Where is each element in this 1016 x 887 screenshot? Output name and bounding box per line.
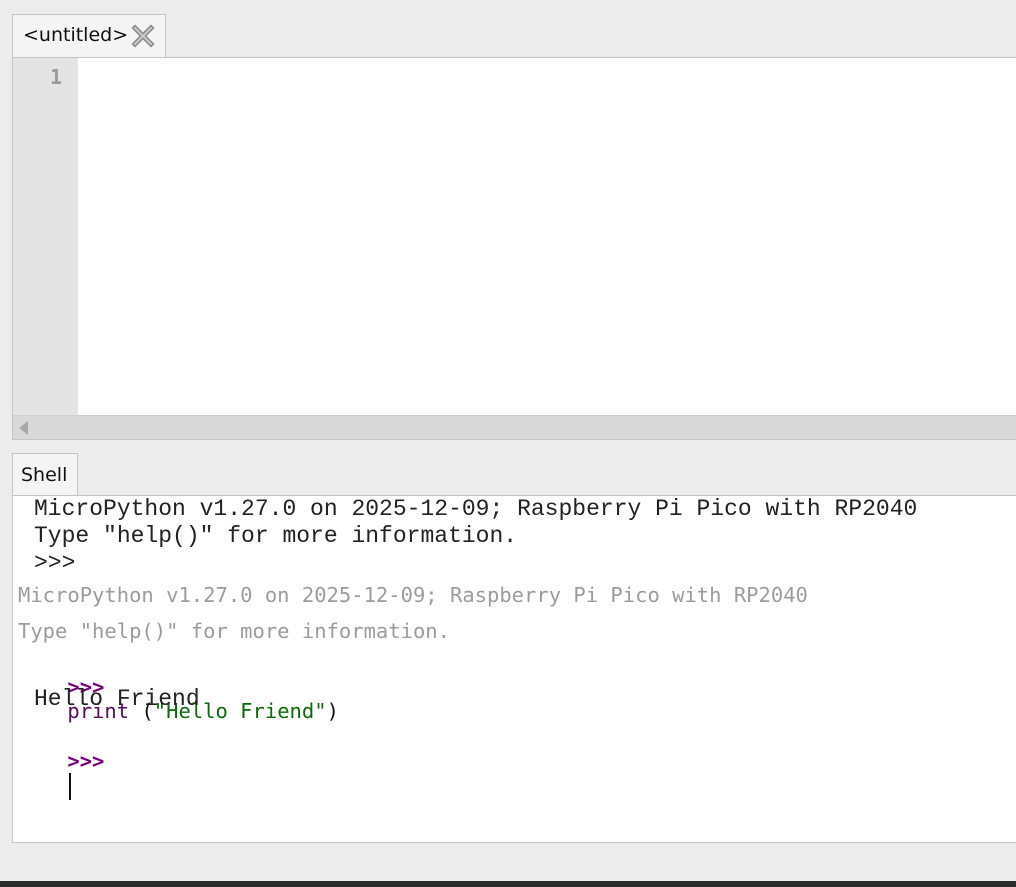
shell-info-line-1: MicroPython v1.27.0 on 2025-12-09; Raspb… xyxy=(18,583,808,607)
code-text-area[interactable] xyxy=(78,58,1016,417)
horizontal-scrollbar[interactable] xyxy=(13,415,1016,439)
shell-info-line-2: Type "help()" for more information. xyxy=(18,619,450,643)
scroll-left-arrow-icon[interactable] xyxy=(19,421,28,435)
shell-banner-line-1: MicroPython v1.27.0 on 2025-12-09; Raspb… xyxy=(34,496,918,522)
shell-input-line[interactable]: >>> xyxy=(18,725,104,824)
close-icon[interactable] xyxy=(131,24,155,48)
shell-current-prompt: >>> xyxy=(67,749,105,773)
shell-banner-line-2: Type "help()" for more information. xyxy=(34,523,518,549)
window-bottom-edge xyxy=(0,881,1016,887)
line-number-gutter: 1 xyxy=(13,58,78,417)
editor-tab-label: <untitled> xyxy=(23,24,129,46)
code-editor[interactable]: 1 xyxy=(12,57,1016,440)
shell-tab-label: Shell xyxy=(21,464,68,486)
shell-command-close-paren: ) xyxy=(326,699,339,723)
line-number: 1 xyxy=(49,65,62,89)
editor-tab[interactable]: <untitled> xyxy=(12,14,166,58)
shell-tab[interactable]: Shell xyxy=(12,453,78,496)
shell-output-line: Hello Friend xyxy=(34,686,200,712)
text-cursor xyxy=(69,773,72,800)
shell-banner-prompt: >>> xyxy=(34,550,76,576)
shell-console[interactable]: MicroPython v1.27.0 on 2025-12-09; Raspb… xyxy=(12,495,1016,843)
